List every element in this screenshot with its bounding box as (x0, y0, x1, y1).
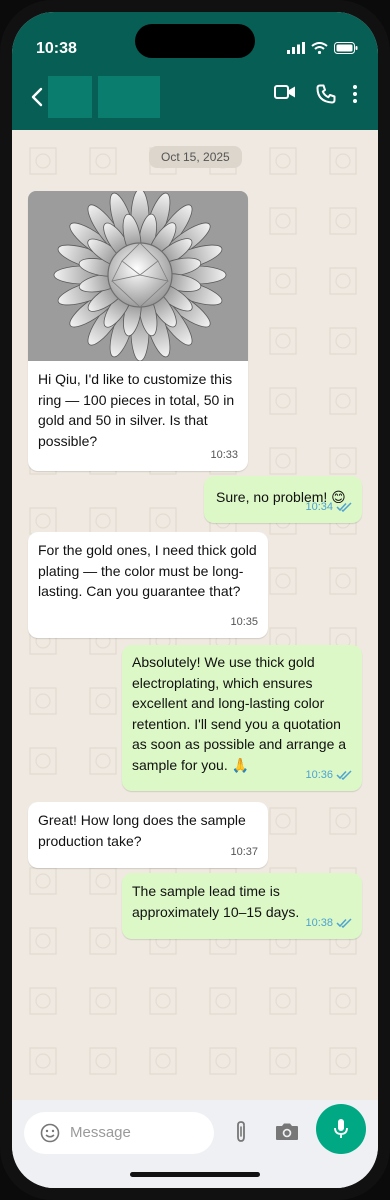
message-time: 10:38 (305, 916, 333, 929)
message-time: 10:36 (305, 768, 333, 781)
ring-photo[interactable] (28, 191, 248, 361)
screen: 10:38 Oct 15, 2025 Hi Qiu, I'd like to c… (12, 12, 378, 1188)
message-time: 10:34 (305, 500, 333, 513)
mic-button[interactable] (316, 1104, 366, 1154)
message-bubble-outgoing[interactable]: The sample lead time is approximately 10… (122, 873, 362, 939)
status-icons (287, 42, 358, 54)
input-bar: Message (12, 1100, 378, 1188)
video-call-button[interactable] (274, 84, 296, 100)
read-receipt-icon (336, 502, 352, 512)
date-chip: Oct 15, 2025 (149, 146, 242, 168)
message-bubble-incoming[interactable]: For the gold ones, I need thick gold pla… (28, 532, 268, 638)
chat-header: 10:38 (12, 12, 378, 130)
contact-name-redacted[interactable] (98, 76, 160, 118)
message-field[interactable]: Message (24, 1112, 214, 1154)
message-text: Great! How long does the sample producti… (38, 812, 246, 849)
camera-icon[interactable] (274, 1122, 300, 1142)
chevron-left-icon (31, 87, 43, 107)
message-time: 10:35 (230, 615, 258, 628)
ring-photo-image (28, 191, 248, 361)
wifi-icon (311, 42, 328, 54)
message-bubble-outgoing[interactable]: Sure, no problem! 😊 10:34 (204, 476, 362, 523)
message-text: Hi Qiu, I'd like to customize this ring … (38, 371, 235, 449)
message-bubble-incoming[interactable]: Great! How long does the sample producti… (28, 802, 268, 868)
more-button[interactable] (352, 84, 358, 104)
read-receipt-icon (336, 770, 352, 780)
voice-call-button[interactable] (316, 84, 336, 104)
battery-icon (334, 42, 358, 54)
back-button[interactable] (24, 82, 50, 112)
message-bubble-outgoing[interactable]: Absolutely! We use thick gold electropla… (122, 645, 362, 791)
message-placeholder: Message (70, 1124, 131, 1141)
read-receipt-icon (336, 918, 352, 928)
message-bubble-incoming[interactable]: Hi Qiu, I'd like to customize this ring … (28, 191, 248, 471)
signal-icon (287, 42, 305, 54)
message-text: For the gold ones, I need thick gold pla… (38, 542, 257, 599)
home-indicator (130, 1172, 260, 1177)
video-call-icon (274, 85, 295, 99)
mic-icon (334, 1119, 348, 1138)
attach-icon[interactable] (232, 1120, 250, 1144)
phone-frame: 10:38 Oct 15, 2025 Hi Qiu, I'd like to c… (0, 0, 390, 1200)
phone-call-icon (316, 84, 336, 104)
contact-avatar[interactable] (48, 76, 92, 118)
chat-area[interactable]: Oct 15, 2025 Hi Qiu, I'd like to customi… (12, 130, 378, 1100)
dynamic-island (135, 24, 255, 58)
emoji-icon[interactable] (40, 1123, 60, 1143)
more-vertical-icon (353, 85, 357, 103)
nav-bar (12, 74, 378, 120)
status-time: 10:38 (36, 40, 77, 57)
message-text: Absolutely! We use thick gold electropla… (132, 654, 347, 773)
message-time: 10:33 (210, 448, 238, 461)
message-time: 10:37 (230, 845, 258, 858)
